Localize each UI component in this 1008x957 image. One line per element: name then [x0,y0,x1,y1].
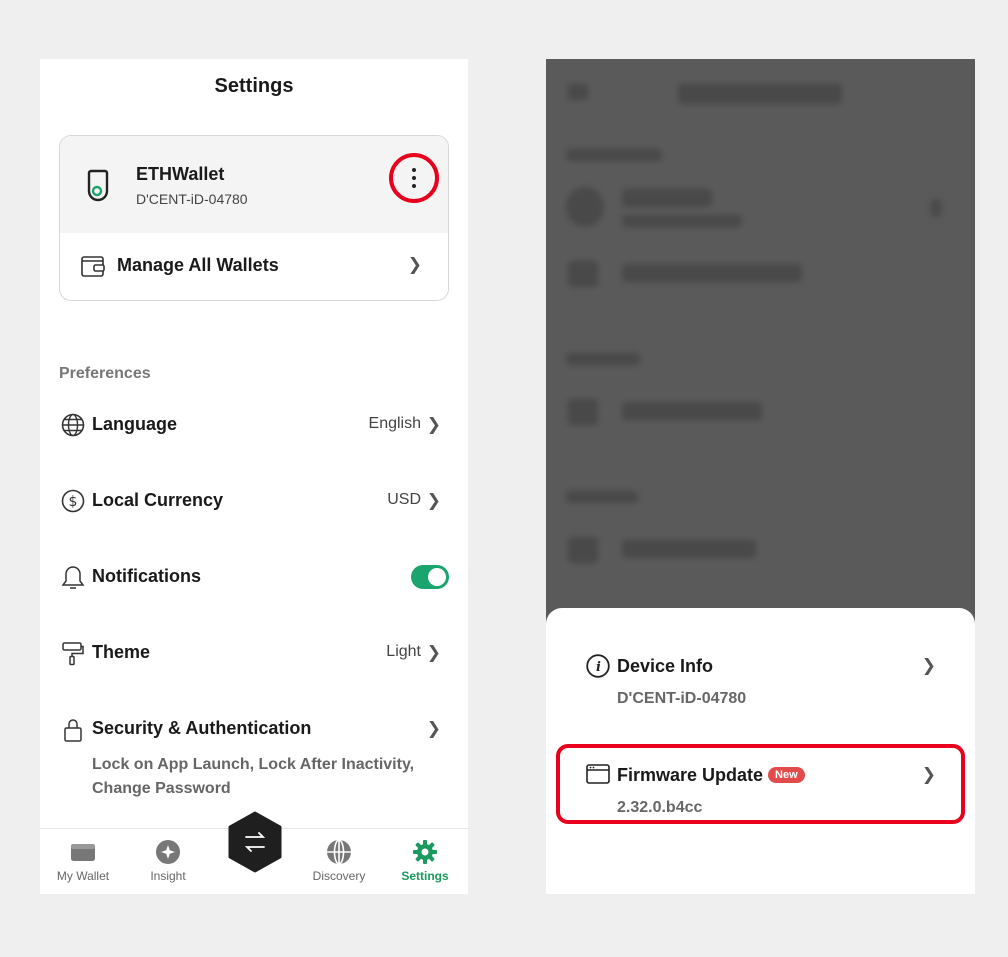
svg-text:i: i [596,660,601,675]
globe-icon [327,839,351,865]
globe-icon [61,413,85,437]
currency-value: USD [387,491,421,508]
bell-icon [61,566,85,589]
language-row[interactable]: Language English ❯ [59,405,449,445]
tab-my-wallet[interactable]: My Wallet [43,839,123,883]
tab-label: Insight [150,869,186,883]
hardware-wallet-icon [87,169,109,202]
preferences-heading: Preferences [59,365,151,382]
wallet-name: ETHWallet [136,164,225,184]
local-currency-label: Local Currency [92,490,224,510]
wallet-header[interactable]: ETHWallet D'CENT-iD-04780 [60,136,448,233]
notifications-label: Notifications [92,566,202,586]
tab-label: My Wallet [56,869,110,883]
page-title: Settings [214,75,294,97]
tab-discovery[interactable]: Discovery [299,839,379,883]
wallet-options-sheet: i Device Info D'CENT-iD-04780 ❯ Firmware… [546,608,975,894]
insight-icon [156,840,180,864]
gear-icon [413,840,437,864]
theme-row[interactable]: Theme Light ❯ [59,633,449,673]
device-id: D'CENT-iD-04780 [617,690,747,707]
firmware-highlight-box [556,744,965,824]
swap-button[interactable] [227,811,283,873]
local-currency-row[interactable]: $ Local Currency USD ❯ [59,481,449,521]
kebab-icon[interactable] [389,153,439,203]
wallet-id: D'CENT-iD-04780 [136,191,248,207]
dimmed-background [546,59,975,619]
dollar-icon: $ [61,489,85,513]
tab-label: Settings [401,869,449,883]
theme-value: Light [386,643,421,660]
language-value: English [368,415,421,432]
tab-settings[interactable]: Settings [385,839,465,883]
theme-label: Theme [92,642,151,662]
settings-screen: Settings ETHWallet D'CENT-iD-04780 Manag… [40,59,468,894]
notifications-row: Notifications [59,557,449,597]
chevron-right-icon: ❯ [426,491,441,510]
manage-all-wallets-label: Manage All Wallets [117,255,279,275]
manage-wallets-screen-overlay: i Device Info D'CENT-iD-04780 ❯ Firmware… [546,59,975,894]
tab-insight[interactable]: Insight [128,839,208,883]
tab-label: Discovery [312,869,366,883]
security-label: Security & Authentication [92,718,312,738]
manage-all-wallets-button[interactable]: Manage All Wallets ❯ [60,233,448,299]
language-label: Language [92,414,178,434]
device-info-label: Device Info [617,656,714,676]
security-row[interactable]: Security & Authentication ❯ [59,709,449,749]
security-description: Lock on App Launch, Lock After Inactivit… [92,756,415,797]
chevron-right-icon: ❯ [426,415,441,434]
info-icon: i [586,654,610,678]
svg-text:$: $ [69,494,78,510]
wallet-icon [71,844,95,861]
wallets-icon [81,256,105,277]
wallet-card: ETHWallet D'CENT-iD-04780 Manage All Wal… [59,135,449,301]
paint-roller-icon [62,642,84,666]
chevron-right-icon: ❯ [426,719,441,738]
notifications-toggle[interactable] [411,565,449,589]
lock-icon [64,719,82,742]
chevron-right-icon: ❯ [426,643,441,662]
chevron-right-icon: ❯ [921,656,936,675]
chevron-right-icon: ❯ [407,255,422,274]
